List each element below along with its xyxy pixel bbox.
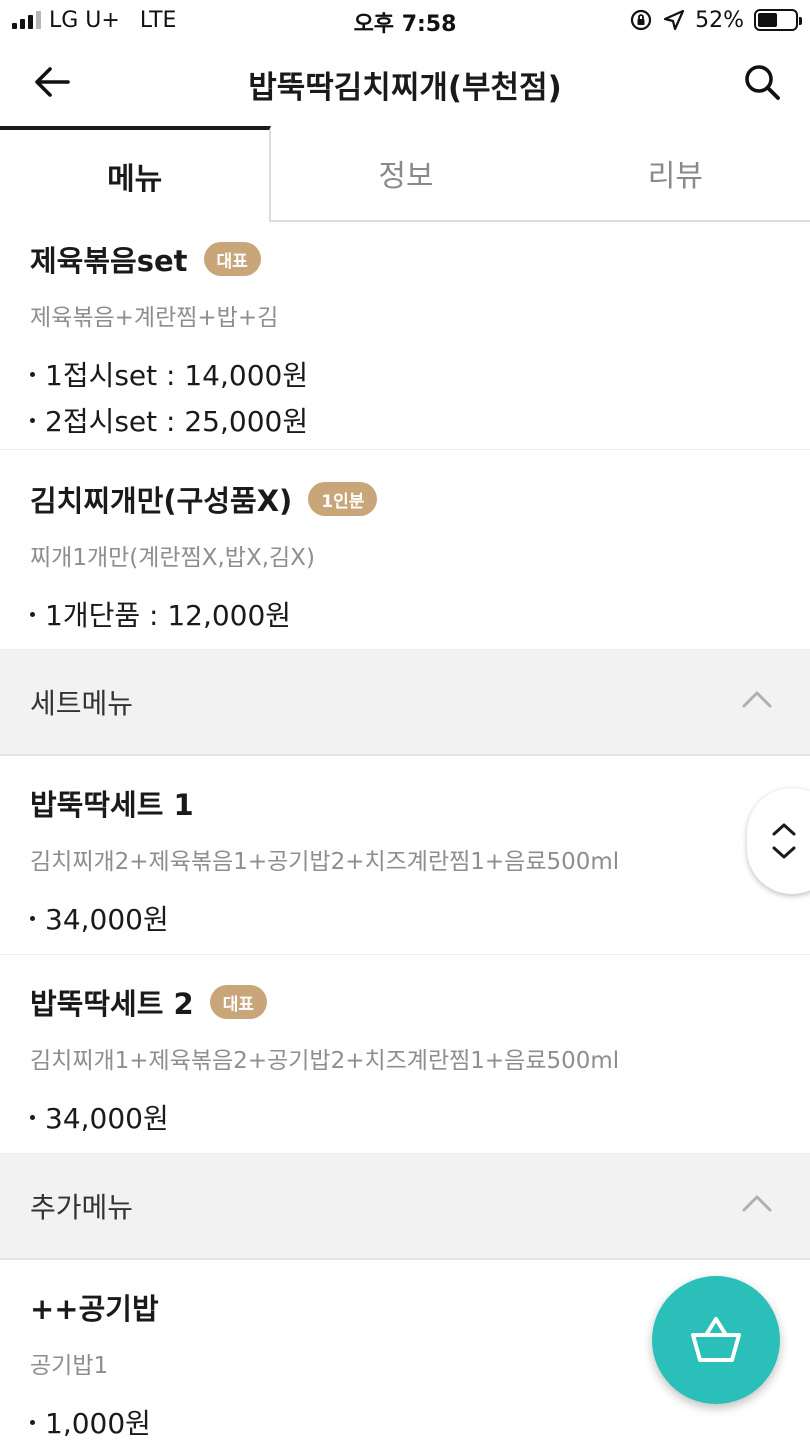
status-bar: LG U+ LTE 오후 7:58 52% (0, 0, 810, 40)
price-line: 34,000원 (30, 1097, 810, 1137)
chevron-up-icon (742, 1195, 772, 1212)
search-icon (745, 65, 780, 100)
section-header-set-menu[interactable]: 세트메뉴 (0, 650, 810, 756)
arrow-left-icon (35, 67, 70, 97)
serving-badge: 1인분 (308, 482, 378, 516)
menu-item[interactable]: 밥뚝딱세트 2 대표 김치찌개1+제육볶음2+공기밥2+치즈계란찜1+음료500… (0, 955, 810, 1154)
rotation-lock-icon (630, 9, 652, 31)
price-text: 1접시set : 14,000원 (45, 359, 309, 392)
price-line: 1접시set : 14,000원 (30, 354, 810, 394)
representative-badge: 대표 (203, 242, 261, 276)
menu-item-title: 밥뚝딱세트 1 (30, 788, 194, 822)
cart-button[interactable] (652, 1276, 780, 1404)
price-text: 34,000원 (45, 1102, 169, 1135)
menu-item[interactable]: 제육볶음set 대표 제육볶음+계란찜+밥+김 1접시set : 14,000원… (0, 222, 810, 450)
section-title: 세트메뉴 (30, 687, 134, 720)
chevron-up-down-icon (772, 823, 796, 859)
tab-reviews[interactable]: 리뷰 (540, 126, 810, 222)
price-text: 1,000원 (45, 1407, 151, 1440)
menu-item-title: ++공기밥 (30, 1292, 159, 1326)
section-header-extra-menu[interactable]: 추가메뉴 (0, 1154, 810, 1260)
menu-item-description: 김치찌개2+제육볶음1+공기밥2+치즈계란찜1+음료500ml (30, 849, 620, 875)
price-line: 34,000원 (30, 898, 810, 938)
price-line: 1개단품 : 12,000원 (30, 594, 810, 634)
page-title: 밥뚝딱김치찌개(부천점) (248, 70, 562, 106)
price-text: 1개단품 : 12,000원 (45, 599, 292, 632)
app-header: 밥뚝딱김치찌개(부천점) (0, 40, 810, 126)
menu-item-title: 밥뚝딱세트 2 (30, 987, 194, 1021)
price-text: 2접시set : 25,000원 (45, 405, 309, 438)
menu-list: 제육볶음set 대표 제육볶음+계란찜+밥+김 1접시set : 14,000원… (0, 222, 810, 1440)
back-button[interactable] (28, 60, 76, 104)
menu-item-description: 김치찌개1+제육볶음2+공기밥2+치즈계란찜1+음료500ml (30, 1048, 620, 1074)
battery-percent: 52% (695, 7, 744, 33)
tab-info[interactable]: 정보 (271, 126, 541, 222)
search-button[interactable] (738, 60, 786, 104)
status-right: 52% (629, 6, 802, 34)
tab-info-label: 정보 (378, 159, 434, 194)
chevron-up-icon (742, 691, 772, 708)
menu-item-description: 제육볶음+계란찜+밥+김 (30, 305, 279, 331)
battery-icon (754, 9, 802, 31)
basket-icon (691, 1317, 741, 1362)
price-line: 2접시set : 25,000원 (30, 400, 810, 440)
tab-bar: 메뉴 정보 리뷰 (0, 126, 810, 222)
menu-item-title: 김치찌개만(구성품X) (30, 484, 293, 518)
menu-item-title: 제육볶음set (30, 244, 188, 278)
tab-reviews-label: 리뷰 (647, 159, 703, 194)
menu-item[interactable]: 밥뚝딱세트 1 김치찌개2+제육볶음1+공기밥2+치즈계란찜1+음료500ml … (0, 756, 810, 955)
tab-menu-label: 메뉴 (107, 162, 163, 197)
price-text: 34,000원 (45, 903, 169, 936)
tab-menu[interactable]: 메뉴 (0, 126, 272, 222)
price-line: 1,000원 (30, 1402, 810, 1440)
location-icon (663, 9, 685, 31)
section-title: 추가메뉴 (30, 1191, 134, 1224)
menu-item-description: 찌개1개만(계란찜X,밥X,김X) (30, 545, 315, 571)
representative-badge: 대표 (209, 985, 267, 1019)
menu-item[interactable]: 김치찌개만(구성품X) 1인분 찌개1개만(계란찜X,밥X,김X) 1개단품 :… (0, 450, 810, 650)
